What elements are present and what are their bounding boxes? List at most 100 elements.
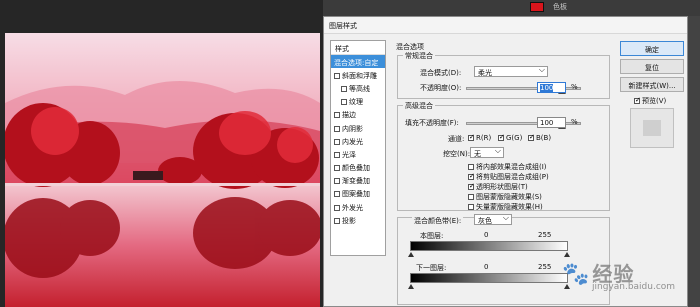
- fill-opacity-percent: %: [571, 118, 578, 126]
- fill-opacity-input[interactable]: 100: [537, 117, 566, 128]
- blend-mode-label: 混合模式(D):: [420, 69, 462, 77]
- style-item-label: 渐变叠加: [342, 177, 370, 186]
- opacity-label: 不透明度(O):: [420, 84, 462, 92]
- reset-button[interactable]: 复位: [620, 59, 684, 74]
- style-item-label: 斜面和浮雕: [342, 71, 377, 80]
- style-item[interactable]: 等高线: [331, 81, 385, 94]
- advanced-option-checkbox[interactable]: [468, 204, 474, 210]
- blend-mode-select[interactable]: 柔光: [474, 65, 548, 77]
- channel-checkbox[interactable]: [528, 135, 534, 141]
- channel-checkbox-row[interactable]: B(B): [528, 134, 551, 142]
- advanced-option-row[interactable]: 将内部效果混合成组(I): [468, 162, 547, 172]
- advanced-option-row[interactable]: 透明形状图层(T): [468, 182, 528, 192]
- style-item-checkbox[interactable]: [334, 165, 340, 172]
- blend-if-label: 混合颜色带(E):: [412, 216, 464, 226]
- advanced-option-row[interactable]: 将剪贴图层混合成组(P): [468, 172, 549, 182]
- style-item-label: 混合选项:自定: [334, 58, 379, 67]
- style-item[interactable]: 斜面和浮雕: [331, 68, 385, 81]
- watermark: 🐾 经验 jingyan.baidu.com: [562, 258, 675, 292]
- app-top-bar: 色板: [323, 0, 700, 16]
- foreground-color-swatch[interactable]: [530, 2, 544, 12]
- style-item[interactable]: 图案叠加: [331, 187, 385, 200]
- canvas-area[interactable]: [0, 0, 323, 307]
- advanced-option-checkbox[interactable]: [468, 194, 474, 200]
- channel-label: R(R): [476, 134, 492, 142]
- preview-checkbox[interactable]: [634, 98, 640, 104]
- style-item-checkbox[interactable]: [334, 191, 340, 198]
- style-item-label: 图案叠加: [342, 190, 370, 199]
- advanced-option-label: 图层蒙版隐藏效果(S): [476, 193, 542, 201]
- fill-opacity-label: 填充不透明度(F):: [405, 119, 459, 127]
- knockout-select[interactable]: 无: [470, 146, 504, 158]
- this-layer-black-handle[interactable]: [408, 252, 414, 257]
- channel-checkbox[interactable]: [498, 135, 504, 141]
- advanced-option-row[interactable]: 图层蒙版隐藏效果(S): [468, 192, 542, 202]
- knockout-label: 挖空(N):: [443, 150, 471, 158]
- channels-label: 通道:: [448, 135, 465, 143]
- this-layer-max: 255: [538, 231, 552, 239]
- ok-button[interactable]: 确定: [620, 41, 684, 56]
- style-preview-thumbnail: [630, 108, 674, 148]
- style-item-checkbox[interactable]: [334, 125, 340, 132]
- style-item[interactable]: 光泽: [331, 147, 385, 160]
- style-item-checkbox[interactable]: [334, 112, 340, 119]
- opacity-percent: %: [571, 83, 578, 91]
- blend-mode-value: 柔光: [478, 69, 492, 77]
- channel-checkbox-row[interactable]: R(R): [468, 134, 491, 142]
- style-item-checkbox[interactable]: [334, 204, 340, 211]
- channel-label: B(B): [536, 134, 552, 142]
- advanced-option-checkbox[interactable]: [468, 164, 474, 170]
- style-item-label: 等高线: [349, 84, 370, 93]
- advanced-option-checkbox[interactable]: [468, 174, 474, 180]
- opacity-input[interactable]: 100: [537, 82, 566, 93]
- style-item[interactable]: 内发光: [331, 134, 385, 147]
- dialog-titlebar[interactable]: 图层样式: [324, 17, 687, 34]
- dialog-title: 图层样式: [329, 22, 357, 30]
- styles-header[interactable]: 样式: [331, 41, 385, 55]
- new-style-button[interactable]: 新建样式(W)...: [620, 77, 684, 92]
- style-item-checkbox[interactable]: [334, 151, 340, 158]
- style-item-label: 纹理: [349, 98, 363, 107]
- swatches-panel-label[interactable]: 色板: [553, 2, 567, 12]
- style-item[interactable]: 渐变叠加: [331, 174, 385, 187]
- style-item[interactable]: 混合选项:自定: [331, 55, 385, 69]
- style-item-label: 内发光: [342, 137, 363, 146]
- advanced-option-label: 将剪贴图层混合成组(P): [476, 173, 549, 181]
- style-item[interactable]: 投影: [331, 213, 385, 226]
- underlying-layer-max: 255: [538, 263, 552, 271]
- preview-checkbox-row[interactable]: 预览(V): [634, 96, 666, 106]
- styles-list: 样式 混合选项:自定 斜面和浮雕等高线纹理 描边内阴影内发光光泽颜色叠加渐变叠加图案…: [330, 40, 386, 256]
- underlying-layer-min: 0: [484, 263, 489, 271]
- style-item-label: 光泽: [342, 150, 356, 159]
- style-item[interactable]: 描边: [331, 108, 385, 121]
- style-item-label: 内阴影: [342, 124, 363, 133]
- this-layer-label: 本图层:: [420, 232, 444, 240]
- style-item-checkbox[interactable]: [341, 85, 347, 92]
- style-item[interactable]: 外发光: [331, 200, 385, 213]
- advanced-option-checkbox[interactable]: [468, 184, 474, 190]
- style-item[interactable]: 纹理: [331, 95, 385, 108]
- advanced-option-label: 矢量蒙版隐藏效果(H): [476, 203, 543, 211]
- paw-logo-icon: 🐾: [562, 262, 591, 287]
- style-item-checkbox[interactable]: [334, 217, 340, 224]
- this-layer-white-handle[interactable]: [564, 252, 570, 257]
- advanced-blending-group: 高级混合 填充不透明度(F): 100 % 通道: R(R) G(G) B(B) 挖…: [397, 101, 610, 212]
- preview-label: 预览(V): [642, 97, 667, 105]
- channel-checkbox[interactable]: [468, 135, 474, 141]
- canvas-image: [5, 33, 320, 307]
- style-item-checkbox[interactable]: [341, 99, 347, 106]
- style-item-checkbox[interactable]: [334, 138, 340, 145]
- style-item[interactable]: 内阴影: [331, 121, 385, 134]
- style-item-checkbox[interactable]: [334, 72, 340, 79]
- opacity-value: 100: [540, 84, 554, 92]
- advanced-option-row[interactable]: 矢量蒙版隐藏效果(H): [468, 202, 543, 212]
- app-right-panel: [688, 16, 700, 307]
- style-item-label: 外发光: [342, 203, 363, 212]
- style-item-checkbox[interactable]: [334, 178, 340, 185]
- style-item[interactable]: 颜色叠加: [331, 161, 385, 174]
- channel-checkbox-row[interactable]: G(G): [498, 134, 522, 142]
- blend-if-select[interactable]: 灰色: [474, 213, 512, 225]
- underlying-layer-black-handle[interactable]: [408, 284, 414, 289]
- underlying-layer-label: 下一图层:: [416, 264, 447, 272]
- watermark-subtext: jingyan.baidu.com: [592, 282, 676, 292]
